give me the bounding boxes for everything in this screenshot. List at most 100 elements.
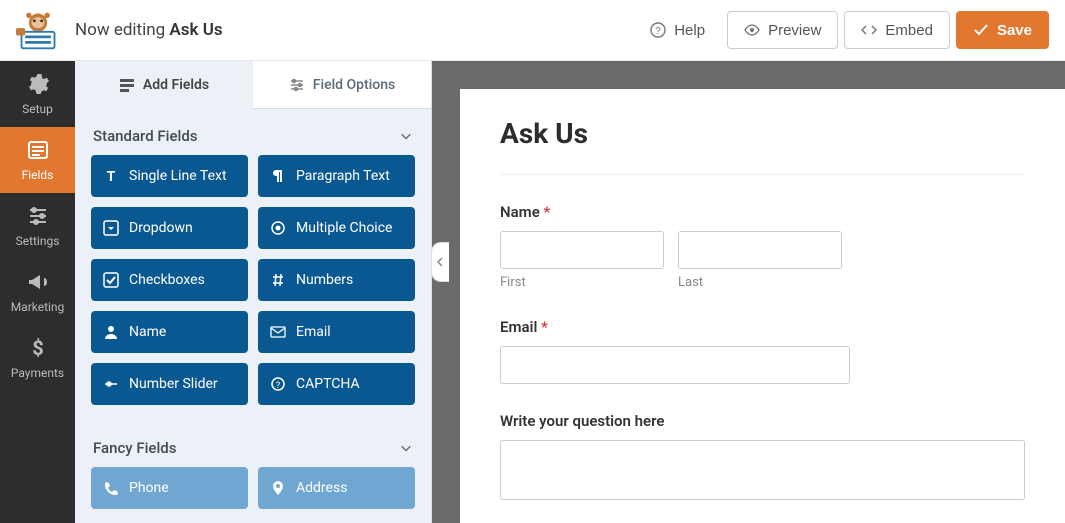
section-fancy-fields[interactable]: Fancy Fields bbox=[75, 423, 431, 467]
field-single-line-text[interactable]: T Single Line Text bbox=[91, 155, 248, 197]
side-panel: Add Fields Field Options Standard Fields… bbox=[75, 0, 432, 523]
section-title: Fancy Fields bbox=[93, 439, 176, 457]
editing-prefix: Now editing bbox=[75, 20, 169, 40]
check-icon bbox=[973, 22, 989, 38]
help-label: Help bbox=[674, 22, 705, 39]
svg-text:T: T bbox=[107, 169, 116, 184]
form-field-email[interactable]: Email * bbox=[500, 318, 1025, 384]
tab-label: Add Fields bbox=[143, 77, 209, 93]
form-icon bbox=[26, 138, 50, 162]
editing-label: Now editing Ask Us bbox=[75, 20, 223, 40]
paragraph-icon bbox=[270, 168, 286, 184]
rail-item-setup[interactable]: Setup bbox=[0, 61, 75, 127]
code-icon bbox=[861, 22, 877, 38]
field-label: Number Slider bbox=[129, 376, 218, 392]
field-address[interactable]: Address bbox=[258, 467, 415, 509]
last-name-input[interactable] bbox=[678, 231, 842, 269]
field-label: Dropdown bbox=[129, 220, 193, 236]
field-captcha[interactable]: ? CAPTCHA bbox=[258, 363, 415, 405]
form-preview: Ask Us Name * First Last bbox=[460, 89, 1065, 523]
caret-square-icon bbox=[103, 220, 119, 236]
field-checkboxes[interactable]: Checkboxes bbox=[91, 259, 248, 301]
rail-item-settings[interactable]: Settings bbox=[0, 193, 75, 259]
chevron-down-icon bbox=[399, 441, 413, 455]
rail-label: Marketing bbox=[11, 300, 65, 314]
question-circle-icon: ? bbox=[270, 376, 286, 392]
text-icon: T bbox=[103, 168, 119, 184]
bullhorn-icon bbox=[26, 270, 50, 294]
field-label: Name * bbox=[500, 203, 1025, 221]
field-numbers[interactable]: Numbers bbox=[258, 259, 415, 301]
first-sublabel: First bbox=[500, 275, 664, 290]
checkbox-icon bbox=[103, 272, 119, 288]
preview-label: Preview bbox=[768, 22, 821, 39]
svg-text:?: ? bbox=[276, 381, 280, 391]
question-textarea[interactable] bbox=[500, 440, 1025, 500]
help-icon: ? bbox=[650, 22, 666, 38]
rail-item-marketing[interactable]: Marketing bbox=[0, 259, 75, 325]
required-asterisk: * bbox=[541, 318, 548, 336]
slider-icon bbox=[103, 376, 119, 392]
last-sublabel: Last bbox=[678, 275, 842, 290]
fancy-fields-grid: Phone Address bbox=[75, 467, 431, 523]
form-field-question[interactable]: Write your question here bbox=[500, 412, 1025, 504]
field-label: Address bbox=[296, 480, 347, 496]
rail-label: Payments bbox=[11, 366, 64, 380]
embed-button[interactable]: Embed bbox=[844, 11, 950, 49]
grid-icon bbox=[119, 77, 135, 93]
field-email[interactable]: Email bbox=[258, 311, 415, 353]
sliders-icon bbox=[289, 77, 305, 93]
envelope-icon bbox=[270, 324, 286, 340]
form-name: Ask Us bbox=[169, 20, 222, 40]
email-input[interactable] bbox=[500, 346, 850, 384]
field-label: CAPTCHA bbox=[296, 376, 360, 392]
collapse-panel-handle[interactable] bbox=[431, 242, 449, 282]
preview-button[interactable]: Preview bbox=[727, 11, 838, 49]
rail-label: Setup bbox=[22, 102, 53, 116]
section-title: Standard Fields bbox=[93, 127, 198, 145]
field-label: Single Line Text bbox=[129, 168, 227, 184]
top-bar: Now editing Ask Us ? Help Preview Embed … bbox=[0, 0, 1065, 61]
map-marker-icon bbox=[270, 480, 286, 496]
form-field-name[interactable]: Name * First Last bbox=[500, 203, 1025, 290]
user-icon bbox=[103, 324, 119, 340]
field-label: Phone bbox=[129, 480, 169, 496]
save-label: Save bbox=[997, 22, 1032, 39]
first-name-input[interactable] bbox=[500, 231, 664, 269]
field-phone[interactable]: Phone bbox=[91, 467, 248, 509]
svg-text:?: ? bbox=[655, 26, 661, 37]
phone-icon bbox=[103, 480, 119, 496]
field-label: Email bbox=[296, 324, 331, 340]
help-button[interactable]: ? Help bbox=[634, 11, 721, 49]
svg-text:$: $ bbox=[32, 336, 43, 360]
rail-item-payments[interactable]: $ Payments bbox=[0, 325, 75, 391]
field-multiple-choice[interactable]: Multiple Choice bbox=[258, 207, 415, 249]
sidebar-tabs: Add Fields Field Options bbox=[75, 61, 431, 109]
dollar-icon: $ bbox=[26, 336, 50, 360]
tab-label: Field Options bbox=[313, 77, 395, 93]
tab-field-options[interactable]: Field Options bbox=[253, 61, 431, 109]
field-label: Name bbox=[129, 324, 166, 340]
rail-label: Settings bbox=[16, 234, 60, 248]
rail-item-fields[interactable]: Fields bbox=[0, 127, 75, 193]
required-asterisk: * bbox=[544, 203, 551, 221]
field-label: Checkboxes bbox=[129, 272, 205, 288]
field-label: Email * bbox=[500, 318, 1025, 336]
radio-icon bbox=[270, 220, 286, 236]
hash-icon bbox=[270, 272, 286, 288]
save-button[interactable]: Save bbox=[956, 11, 1049, 49]
field-dropdown[interactable]: Dropdown bbox=[91, 207, 248, 249]
embed-label: Embed bbox=[885, 22, 933, 39]
field-number-slider[interactable]: Number Slider bbox=[91, 363, 248, 405]
sidebar-scroll[interactable]: Standard Fields T Single Line Text Paragr… bbox=[75, 109, 431, 523]
field-paragraph-text[interactable]: Paragraph Text bbox=[258, 155, 415, 197]
field-label: Write your question here bbox=[500, 412, 1025, 430]
field-name[interactable]: Name bbox=[91, 311, 248, 353]
form-title[interactable]: Ask Us bbox=[500, 117, 1025, 175]
section-standard-fields[interactable]: Standard Fields bbox=[75, 111, 431, 155]
field-label: Paragraph Text bbox=[296, 168, 390, 184]
field-label: Numbers bbox=[296, 272, 353, 288]
field-label: Multiple Choice bbox=[296, 220, 392, 236]
standard-fields-grid: T Single Line Text Paragraph Text Dropdow… bbox=[75, 155, 431, 423]
tab-add-fields[interactable]: Add Fields bbox=[75, 61, 253, 109]
